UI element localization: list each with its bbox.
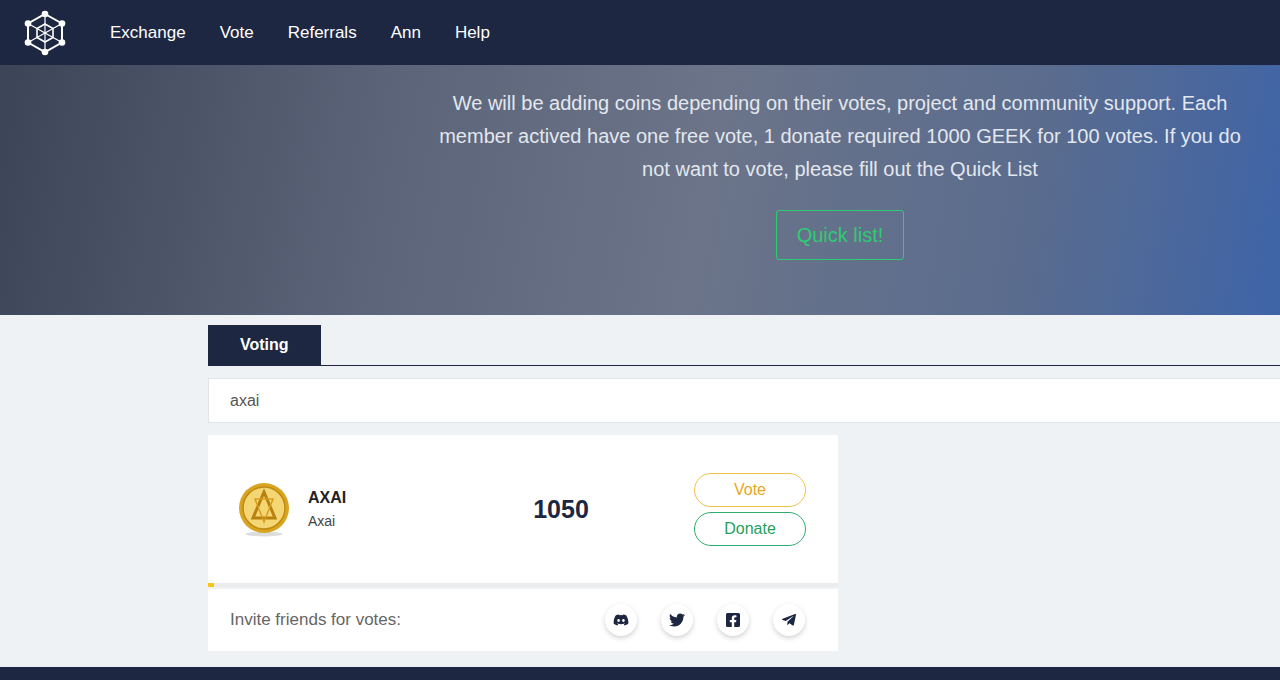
logo-icon[interactable] (22, 10, 68, 56)
share-row: Invite friends for votes: (208, 589, 838, 651)
hero-banner: We will be adding coins depending on the… (0, 65, 1280, 315)
coin-card: AXAI Axai 1050 Vote Donate (208, 435, 838, 587)
tab[interactable]: Voting (208, 325, 321, 365)
coin-logo-icon (236, 481, 292, 537)
share-label: Invite friends for votes: (230, 610, 401, 630)
nav-bar: Exchange Vote Referrals Ann Help (0, 0, 1280, 65)
nav-link[interactable]: Vote (220, 23, 254, 43)
footer (0, 667, 1280, 680)
share-icons (605, 604, 805, 636)
nav-link[interactable]: Referrals (288, 23, 357, 43)
page: Exchange Vote Referrals Ann Help We will be a… (0, 0, 1280, 680)
coin-actions: Vote Donate (694, 473, 806, 546)
quick-list-button[interactable]: Quick list! (776, 210, 905, 260)
share-button[interactable] (773, 604, 805, 636)
vote-count: 1050 (444, 495, 678, 524)
nav-link[interactable]: Exchange (110, 23, 186, 43)
telegram-icon (781, 612, 797, 628)
coin-name: Axai (308, 513, 428, 529)
share-button[interactable] (605, 604, 637, 636)
coin-row: AXAI Axai 1050 Vote Donate (208, 435, 838, 583)
vote-button[interactable]: Vote (694, 473, 806, 507)
share-button[interactable] (717, 604, 749, 636)
coin-names: AXAI Axai (308, 489, 428, 529)
coin-symbol: AXAI (308, 489, 428, 507)
facebook-icon (725, 612, 741, 628)
vote-progress (208, 583, 838, 587)
search-field[interactable]: axai (208, 378, 1280, 423)
discord-icon (613, 612, 629, 628)
nav-link[interactable]: Help (455, 23, 490, 43)
donate-button[interactable]: Donate (694, 512, 806, 546)
twitter-icon (669, 612, 685, 628)
share-button[interactable] (661, 604, 693, 636)
vote-progress-fill (208, 583, 214, 587)
main-content: Voting axai AXAI Axai 1050 Vote Donate Invite f… (0, 315, 1280, 667)
hero-text: We will be adding coins depending on the… (430, 87, 1250, 186)
nav-link[interactable]: Ann (391, 23, 421, 43)
tab-bar: Voting (208, 325, 1280, 366)
